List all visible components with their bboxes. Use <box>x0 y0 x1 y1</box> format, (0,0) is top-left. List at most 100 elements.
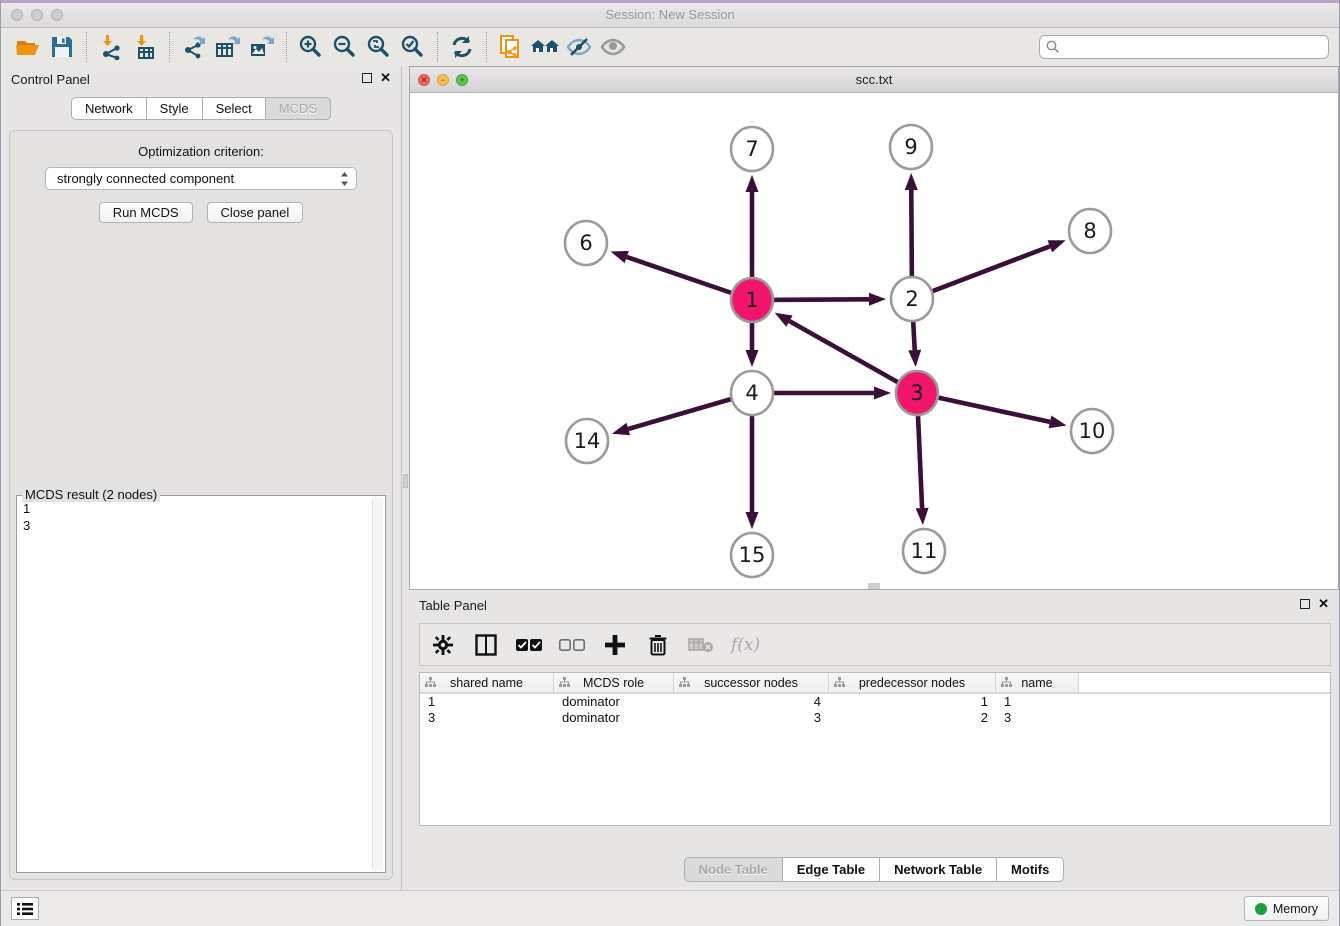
column-type-icon <box>679 677 690 688</box>
tab-mcds[interactable]: MCDS <box>266 97 331 120</box>
memory-button[interactable]: Memory <box>1244 896 1329 921</box>
float-panel-icon[interactable] <box>362 73 372 83</box>
tab-edge-table[interactable]: Edge Table <box>783 857 880 882</box>
network-canvas[interactable]: 7 9 6 8 1 2 4 3 14 10 15 11 <box>410 93 1338 589</box>
float-table-panel-icon[interactable] <box>1300 599 1310 609</box>
tab-style[interactable]: Style <box>147 97 203 120</box>
column-header-shared-name[interactable]: shared name <box>420 673 554 692</box>
graph-edge-arrow <box>908 350 921 367</box>
node-table[interactable]: shared nameMCDS rolesuccessor nodesprede… <box>419 672 1331 826</box>
search-input[interactable] <box>1039 35 1329 59</box>
table-toolbar: f(x) <box>419 623 1331 666</box>
import-network-icon[interactable] <box>94 31 128 63</box>
table-cell[interactable]: dominator <box>554 710 674 726</box>
svg-text:8: 8 <box>1083 219 1096 243</box>
open-file-icon[interactable] <box>11 31 45 63</box>
tab-select[interactable]: Select <box>203 97 266 120</box>
column-type-icon <box>559 677 570 688</box>
graph-node-1[interactable]: 1 <box>731 278 773 322</box>
table-row[interactable]: 1dominator411 <box>420 694 1330 710</box>
zoom-fit-icon[interactable] <box>362 31 396 63</box>
graph-node-10[interactable]: 10 <box>1071 409 1113 453</box>
hide-selected-icon[interactable] <box>562 31 596 63</box>
tab-motifs[interactable]: Motifs <box>997 857 1064 882</box>
result-scrollbar[interactable] <box>372 498 383 870</box>
table-row[interactable]: 3dominator323 <box>420 710 1330 726</box>
export-image-icon[interactable] <box>245 31 279 63</box>
graph-node-2[interactable]: 2 <box>891 277 933 321</box>
function-builder-icon[interactable]: f(x) <box>731 635 760 655</box>
first-neighbors-icon[interactable] <box>528 31 562 63</box>
zoom-in-icon[interactable] <box>294 31 328 63</box>
graph-node-14[interactable]: 14 <box>566 419 608 463</box>
criterion-select[interactable]: strongly connected component <box>45 167 357 190</box>
graph-node-15[interactable]: 15 <box>731 533 773 577</box>
export-network-icon[interactable] <box>177 31 211 63</box>
column-header-name[interactable]: name <box>996 673 1079 692</box>
graph-node-7[interactable]: 7 <box>731 127 773 171</box>
tab-network-table[interactable]: Network Table <box>880 857 997 882</box>
graph-edge-arrow <box>775 313 793 327</box>
refresh-layout-icon[interactable] <box>445 31 479 63</box>
add-column-icon[interactable] <box>602 632 628 658</box>
graph-node-6[interactable]: 6 <box>565 221 607 265</box>
svg-text:9: 9 <box>904 135 917 159</box>
table-cell[interactable]: 1 <box>996 694 1079 710</box>
table-cell[interactable]: 3 <box>674 710 829 726</box>
delete-icon[interactable] <box>645 632 671 658</box>
split-view-icon[interactable] <box>473 632 499 658</box>
table-cell[interactable]: 1 <box>420 694 554 710</box>
toolbar-separator <box>86 32 87 62</box>
graph-edge-arrow <box>746 175 759 192</box>
control-panel-tabs: NetworkStyleSelectMCDS <box>1 97 401 120</box>
task-history-button[interactable] <box>11 897 39 920</box>
panel-splitter[interactable] <box>402 66 409 890</box>
zoom-out-icon[interactable] <box>328 31 362 63</box>
network-title: scc.txt <box>410 72 1338 87</box>
column-header-filler <box>1079 673 1330 692</box>
zoom-selected-icon[interactable] <box>396 31 430 63</box>
table-cell[interactable]: 4 <box>674 694 829 710</box>
status-bar: Memory <box>1 890 1339 926</box>
close-table-panel-icon[interactable]: ✕ <box>1318 598 1329 610</box>
table-cell[interactable]: 2 <box>829 710 996 726</box>
show-all-icon[interactable] <box>596 31 630 63</box>
toolbar-separator <box>486 32 487 62</box>
graph-node-3[interactable]: 3 <box>896 371 938 415</box>
graph-node-4[interactable]: 4 <box>731 371 773 415</box>
toolbar-separator <box>169 32 170 62</box>
main-toolbar <box>1 28 1339 66</box>
svg-text:15: 15 <box>739 543 766 567</box>
graph-node-8[interactable]: 8 <box>1069 209 1111 253</box>
table-header-row: shared nameMCDS rolesuccessor nodesprede… <box>420 673 1330 694</box>
mcds-result-text[interactable]: 1 3 <box>19 498 371 870</box>
canvas-splitter-handle[interactable] <box>868 583 880 589</box>
save-session-icon[interactable] <box>45 31 79 63</box>
delete-table-icon[interactable] <box>688 632 714 658</box>
svg-text:3: 3 <box>910 381 923 405</box>
clone-network-icon[interactable] <box>494 31 528 63</box>
close-panel-icon[interactable]: ✕ <box>380 72 391 84</box>
select-all-icon[interactable] <box>516 632 542 658</box>
deselect-all-icon[interactable] <box>559 632 585 658</box>
graph-node-9[interactable]: 9 <box>890 125 932 169</box>
table-panel-title: Table Panel <box>419 598 487 613</box>
table-panel: Table Panel ✕ <box>409 592 1339 890</box>
splitter-handle[interactable] <box>403 474 408 488</box>
table-cell[interactable]: 3 <box>996 710 1079 726</box>
column-header-MCDS-role[interactable]: MCDS role <box>554 673 674 692</box>
tab-network[interactable]: Network <box>71 97 147 120</box>
settings-gear-icon[interactable] <box>430 632 456 658</box>
graph-edge-arrow <box>746 512 759 529</box>
table-cell[interactable]: 1 <box>829 694 996 710</box>
column-header-predecessor-nodes[interactable]: predecessor nodes <box>829 673 996 692</box>
export-table-icon[interactable] <box>211 31 245 63</box>
close-panel-button[interactable]: Close panel <box>207 202 304 223</box>
tab-node-table[interactable]: Node Table <box>684 857 783 882</box>
table-cell[interactable]: dominator <box>554 694 674 710</box>
graph-node-11[interactable]: 11 <box>903 529 945 573</box>
table-cell[interactable]: 3 <box>420 710 554 726</box>
import-table-icon[interactable] <box>128 31 162 63</box>
run-mcds-button[interactable]: Run MCDS <box>99 202 193 223</box>
column-header-successor-nodes[interactable]: successor nodes <box>674 673 829 692</box>
